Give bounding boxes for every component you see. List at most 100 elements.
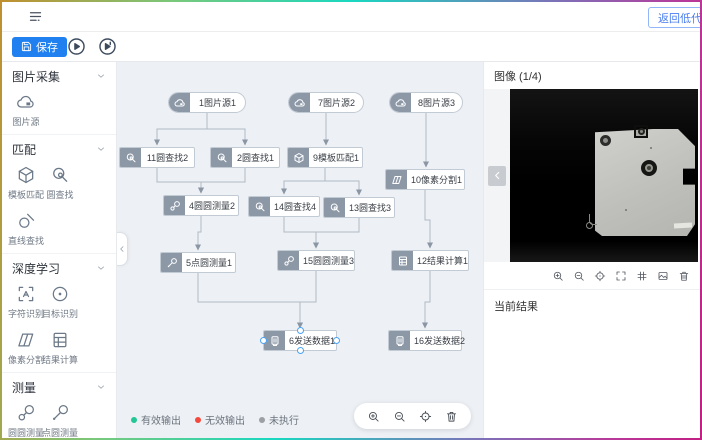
sidebar-section-header[interactable]: 匹配 <box>12 141 106 157</box>
menu-icon[interactable] <box>28 9 43 24</box>
sidebar-item-line-find[interactable]: 直线查找 <box>12 211 40 247</box>
sidebar-section-header[interactable]: 深度学习 <box>12 260 106 276</box>
flow-node-16[interactable]: 16发送数据2 <box>388 330 462 351</box>
flow-node-label: 5点圆测量1 <box>182 253 236 272</box>
sidebar-section-items: 字符识别目标识别像素分割结果计算 <box>12 284 106 366</box>
sidebar-item-label: 图片源 <box>12 115 39 128</box>
node-handle-bottom[interactable] <box>297 347 304 354</box>
flow-node-14[interactable]: 14圆查找4 <box>248 196 320 217</box>
chevron-down-icon <box>96 71 106 81</box>
main-area: 图片采集图片源匹配模板匹配圆查找直线查找深度学习字符识别目标识别像素分割结果计算… <box>2 62 700 438</box>
sidebar-collapse-handle[interactable] <box>117 232 128 266</box>
legend-label: 有效输出 <box>141 412 181 427</box>
flow-node-15[interactable]: 15圆圆测量3 <box>277 250 355 271</box>
sidebar-item-find-circle[interactable]: 圆查找 <box>46 165 74 201</box>
sidebar-item-segment[interactable]: 像素分割 <box>12 330 40 366</box>
sidebar-section: 匹配模板匹配圆查找直线查找 <box>2 135 116 254</box>
sidebar-item-calc[interactable]: 结果计算 <box>46 330 74 366</box>
sidebar-section-items: 模板匹配圆查找直线查找 <box>12 165 106 247</box>
screw-hole <box>600 135 611 146</box>
save-button[interactable]: 保存 <box>12 37 67 57</box>
back-to-lowcode-button[interactable]: 返回低代 <box>648 7 700 28</box>
legend-label: 无效输出 <box>205 412 245 427</box>
find-circle-icon <box>120 148 141 167</box>
export-icon[interactable] <box>657 270 669 282</box>
sidebar-section-title: 测量 <box>12 379 36 396</box>
flow-node-7[interactable]: 7图片源2 <box>288 92 364 113</box>
result-panel-body <box>484 322 700 438</box>
cube-icon <box>16 165 36 185</box>
trash-icon[interactable] <box>445 410 458 423</box>
sidebar-item-label: 字符识别 <box>8 307 44 320</box>
flow-canvas[interactable]: 有效输出 无效输出 未执行 1图片源1 7图片源2 8图片源3 11圆查找2 2圆查找1 9模… <box>117 62 483 438</box>
sidebar-section-header[interactable]: 测量 <box>12 379 106 395</box>
find-circle-icon <box>324 198 345 217</box>
chevron-down-icon <box>96 144 106 154</box>
legend-label: 未执行 <box>269 412 299 427</box>
trash-icon[interactable] <box>678 270 690 282</box>
save-label: 保存 <box>36 39 58 55</box>
legend-item: 无效输出 <box>195 412 245 427</box>
inspection-image[interactable] <box>510 89 698 262</box>
sidebar-item-label: 目标识别 <box>42 307 78 320</box>
sidebar-item-cloud[interactable]: 图片源 <box>12 92 40 128</box>
find-circle-icon <box>211 148 232 167</box>
flow-node-5[interactable]: 5点圆测量1 <box>160 252 236 273</box>
flow-edge-15-6 <box>300 271 316 328</box>
cloud-icon <box>16 92 36 112</box>
sidebar-item-ocr[interactable]: 字符识别 <box>12 284 40 320</box>
run-button[interactable] <box>67 37 86 56</box>
flow-node-2[interactable]: 2圆查找1 <box>210 147 280 168</box>
fullscreen-icon[interactable] <box>615 270 627 282</box>
sidebar-section-header[interactable]: 图片采集 <box>12 68 106 84</box>
flow-node-1[interactable]: 1图片源1 <box>168 92 246 113</box>
canvas-legend: 有效输出 无效输出 未执行 <box>131 412 299 427</box>
flow-node-label: 12结果计算1 <box>413 251 472 270</box>
zoom-in-icon[interactable] <box>367 410 380 423</box>
zoom-in-icon[interactable] <box>552 270 564 282</box>
flow-node-label: 9模板匹配1 <box>309 148 363 167</box>
flow-node-label: 15圆圆测量3 <box>299 251 358 270</box>
sidebar-section-title: 图片采集 <box>12 68 60 85</box>
flow-node-13[interactable]: 13圆查找3 <box>323 197 395 218</box>
hook-feature <box>589 214 597 225</box>
prev-image-button[interactable] <box>488 166 506 186</box>
locate-icon[interactable] <box>594 270 606 282</box>
flow-edge-4-5 <box>198 216 201 250</box>
result-panel-title: 当前结果 <box>484 290 700 322</box>
sidebar-item-label: 圆圆测量 <box>8 426 44 438</box>
flow-node-label: 16发送数据2 <box>410 331 469 350</box>
zoom-out-icon[interactable] <box>393 410 406 423</box>
sidebar-section-title: 深度学习 <box>12 260 60 277</box>
flow-node-12[interactable]: 12结果计算1 <box>391 250 469 271</box>
center-hole <box>641 160 657 176</box>
node-handle-left[interactable] <box>260 337 267 344</box>
sidebar-section: 图片采集图片源 <box>2 62 116 135</box>
flow-node-11[interactable]: 11圆查找2 <box>119 147 195 168</box>
sidebar-item-label: 直线查找 <box>8 234 44 247</box>
locate-icon[interactable] <box>419 410 432 423</box>
zoom-out-icon[interactable] <box>573 270 585 282</box>
flow-node-6[interactable]: 6发送数据1 <box>263 330 337 351</box>
sidebar-item-cube[interactable]: 模板匹配 <box>12 165 40 201</box>
node-handle-top[interactable] <box>297 327 304 334</box>
sidebar-item-target[interactable]: 目标识别 <box>46 284 74 320</box>
sidebar-section-items: 图片源 <box>12 92 106 128</box>
node-handle-right[interactable] <box>333 337 340 344</box>
flow-node-4[interactable]: 4圆圆测量2 <box>163 195 239 216</box>
flow-node-label: 10像素分割1 <box>407 170 466 189</box>
bracket-dot <box>638 128 645 135</box>
line-find-icon <box>16 211 36 231</box>
flow-node-9[interactable]: 9模板匹配1 <box>287 147 363 168</box>
sidebar-item-measure-cc[interactable]: 圆圆测量 <box>12 403 40 438</box>
flow-node-label: 13圆查找3 <box>345 198 395 217</box>
grid-icon[interactable] <box>636 270 648 282</box>
flow-node-10[interactable]: 10像素分割1 <box>385 169 465 190</box>
flow-node-8[interactable]: 8图片源3 <box>389 92 463 113</box>
step-run-button[interactable] <box>98 37 117 56</box>
flow-edge-5-6 <box>198 273 300 328</box>
flow-edge-1-11 <box>157 113 207 145</box>
sidebar-item-measure-pc[interactable]: 点圆测量 <box>46 403 74 438</box>
action-toolbar: 保存 <box>2 32 700 62</box>
legend-dot <box>195 417 201 423</box>
